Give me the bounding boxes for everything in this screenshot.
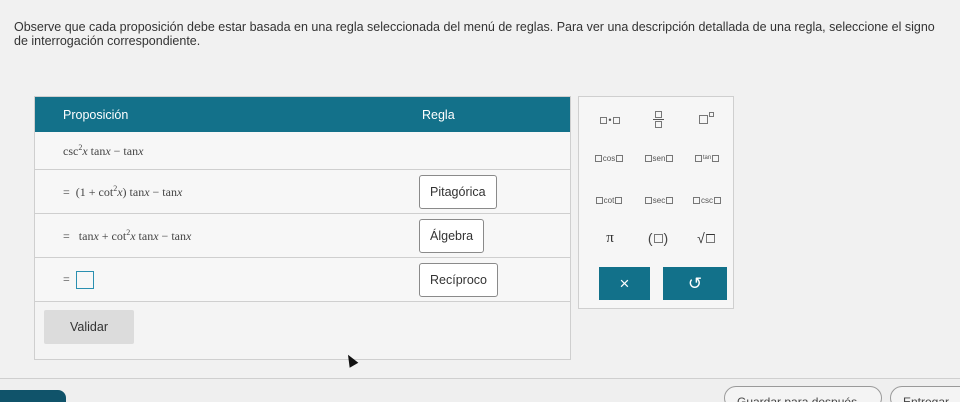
pi-key[interactable]: π	[593, 225, 627, 251]
undo-button[interactable]: ↺	[663, 267, 727, 300]
square-root-key[interactable]: √	[689, 225, 723, 251]
rule-button-algebra[interactable]: Álgebra	[419, 218, 485, 253]
multiply-key[interactable]: •	[593, 109, 627, 131]
table-row: = tanx + cot2x tanx − tanx Álgebra	[35, 214, 570, 258]
validate-row: Validar	[35, 302, 570, 352]
rule-button-reciprocal[interactable]: Recíproco	[419, 262, 498, 297]
table-row: = (1 + cot2x) tanx − tanx Pitagórica	[35, 170, 570, 214]
instructions-text: Observe que cada proposición debe estar …	[14, 20, 935, 48]
proposition-expression: csc2x tanx − tanx	[63, 142, 144, 158]
header-rule: Regla	[422, 108, 455, 122]
parentheses-key[interactable]: ()	[641, 225, 675, 251]
footer-accent	[0, 390, 66, 402]
tan-key[interactable]: tan	[685, 147, 729, 169]
table-header: Proposición Regla	[35, 97, 570, 132]
proposition-expression: = (1 + cot2x) tanx − tanx	[63, 183, 183, 199]
save-for-later-button[interactable]: Guardar para después	[724, 386, 882, 402]
cot-key[interactable]: cot	[587, 189, 631, 211]
header-proposition: Proposición	[63, 108, 129, 122]
proposition-expression: = tanx + cot2x tanx − tanx	[63, 227, 192, 243]
proposition-expression: =	[63, 270, 94, 289]
answer-input-box[interactable]	[75, 270, 94, 289]
cos-key[interactable]: cos	[587, 147, 631, 169]
table-row: = Recíproco	[35, 258, 570, 302]
clear-button[interactable]: ×	[599, 267, 650, 300]
sec-key[interactable]: sec	[637, 189, 681, 211]
fraction-key[interactable]	[641, 105, 675, 133]
rule-button-pythagorean[interactable]: Pitagórica	[419, 174, 497, 209]
sin-key[interactable]: sen	[637, 147, 681, 169]
validate-button[interactable]: Validar	[44, 310, 134, 344]
math-keypad: • cos sen tan cot sec csc π () √ × ↺	[578, 96, 734, 309]
proof-table: Proposición Regla csc2x tanx − tanx = (1…	[34, 96, 571, 360]
table-row: csc2x tanx − tanx	[35, 132, 570, 170]
submit-button[interactable]: Entregar	[890, 386, 960, 402]
exponent-key[interactable]	[689, 107, 723, 131]
csc-key[interactable]: csc	[685, 189, 729, 211]
